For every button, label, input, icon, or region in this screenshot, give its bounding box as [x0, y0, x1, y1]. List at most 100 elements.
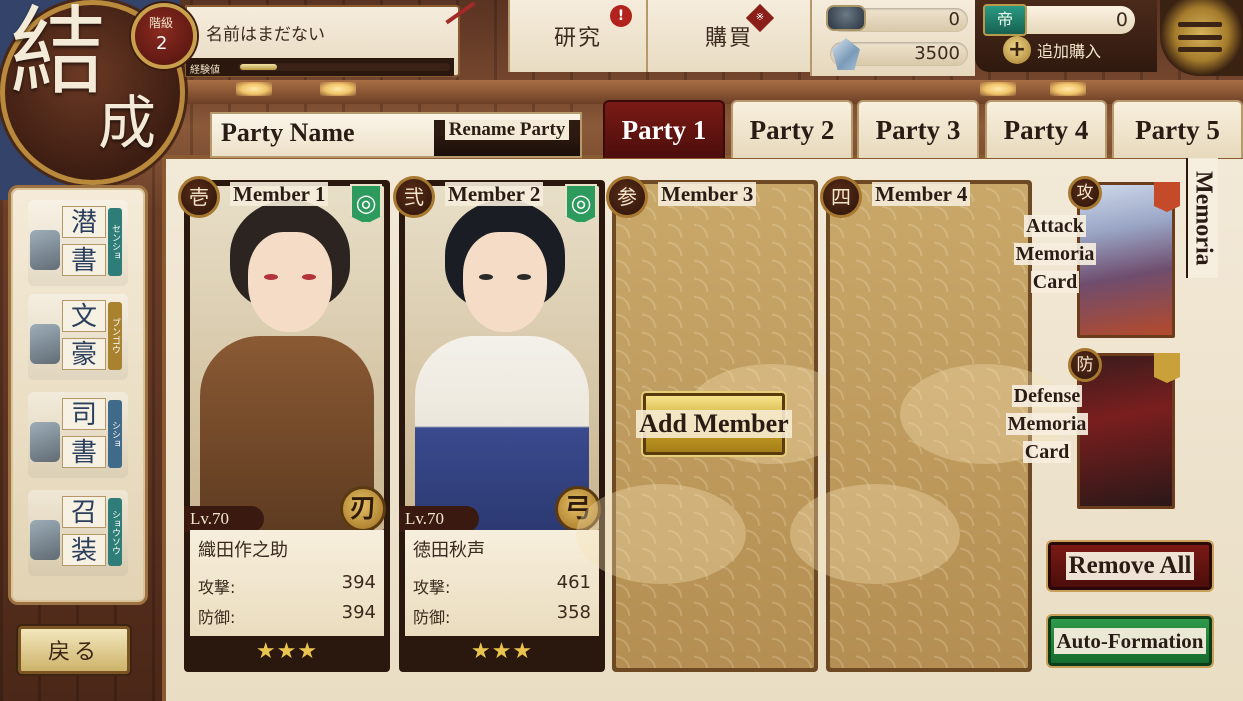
- wind-element-icon: ◎: [350, 184, 382, 224]
- defense-label: 防御:: [413, 608, 451, 627]
- slot-number-badge: 参: [606, 176, 648, 218]
- defense-label: 防御:: [198, 608, 236, 627]
- exp-bar-fill: [240, 64, 277, 70]
- wind-element-icon: ◎: [565, 184, 597, 224]
- portrait-face: [463, 232, 547, 332]
- lamp-light: [1050, 82, 1086, 96]
- party-name-label: Party Name: [221, 118, 355, 147]
- attack-memoria-badge: 攻: [1068, 176, 1102, 210]
- rename-party-label: Rename Party: [444, 120, 570, 140]
- member-info: 徳田秋声 攻撃: 461 防御: 358: [405, 530, 599, 636]
- slot-number-badge: 壱: [178, 176, 220, 218]
- remove-all-label: Remove All: [1065, 552, 1195, 580]
- clock-icon: [30, 520, 60, 560]
- list-menu-icon: [1178, 22, 1222, 52]
- slot-number-badge: 四: [820, 176, 862, 218]
- cloud-motif: [576, 484, 746, 584]
- sidebar-kana: ブンゴウ: [108, 302, 122, 370]
- sidebar-kana: ショウソウ: [108, 498, 122, 566]
- rank-label: 階級: [149, 16, 174, 30]
- sidebar-kanji: 豪: [62, 338, 106, 370]
- auto-formation-label: Auto-Formation: [1053, 628, 1207, 654]
- sidebar-kana: センショ: [108, 208, 122, 276]
- back-button[interactable]: 戻る: [18, 626, 130, 674]
- sidebar-kanji: 書: [62, 436, 106, 468]
- member-slot-label: Member 4: [872, 182, 971, 206]
- tab-party-4[interactable]: Party 4: [985, 100, 1107, 158]
- member-slot-2[interactable]: 弐 Member 2 ◎ Lv.70 弓 徳田秋声 攻撃: 461 防御: 35…: [393, 176, 605, 672]
- sidebar-item-shisho[interactable]: 司 書 シショ: [28, 392, 128, 478]
- level-tag: Lv.70: [184, 506, 264, 532]
- defense-value: 358: [556, 602, 591, 623]
- defense-memoria-caption: Defense Memoria Card: [1005, 385, 1089, 463]
- defense-memoria-badge: 防: [1068, 348, 1102, 382]
- sidebar-kanji: 文: [62, 300, 106, 332]
- attack-value: 461: [556, 572, 591, 593]
- alert-icon: !: [610, 5, 632, 27]
- tab-party-3[interactable]: Party 3: [857, 100, 979, 158]
- portrait-eye: [264, 274, 278, 280]
- member-name: 徳田秋声: [413, 540, 485, 561]
- add-member-button[interactable]: Add Member: [636, 393, 792, 455]
- auto-formation-button[interactable]: Auto-Formation: [1048, 616, 1212, 666]
- tab-party-5[interactable]: Party 5: [1112, 100, 1243, 158]
- research-label: 研究: [553, 26, 602, 51]
- plus-icon: +: [1003, 36, 1031, 64]
- exp-label: 経験値: [190, 65, 220, 76]
- buy-more-label: 追加購入: [1037, 42, 1102, 61]
- member-portrait: [190, 186, 384, 530]
- player-name: 名前はまだない: [206, 25, 325, 45]
- portrait-eye: [517, 274, 531, 280]
- tab-party-1[interactable]: Party 1: [603, 100, 725, 158]
- remove-all-button[interactable]: Remove All: [1048, 542, 1212, 590]
- book-stack-icon: [30, 230, 60, 270]
- portrait-eye: [302, 274, 316, 280]
- memoria-tab[interactable]: Memoria: [1186, 158, 1218, 278]
- member-slot-label: Member 2: [445, 182, 544, 206]
- member-slot-label: Member 1: [230, 182, 329, 206]
- rarity-stars: ★★★: [470, 639, 534, 664]
- sidebar-kanji: 書: [62, 244, 106, 276]
- rose-type-icon: [1154, 353, 1180, 383]
- sidebar-item-sensho[interactable]: 潜 書 センショ: [28, 200, 128, 286]
- purchase-button[interactable]: 購買: [646, 0, 810, 72]
- lamp-light: [236, 82, 272, 96]
- ticket-count: 0: [1115, 9, 1128, 31]
- gem-count: 3500: [914, 43, 960, 64]
- attack-value: 394: [341, 572, 376, 593]
- pen-icon: [30, 324, 60, 364]
- sidebar-kanji: 潜: [62, 206, 106, 238]
- attack-label: 攻撃:: [413, 578, 451, 597]
- ticket-icon: 帝: [983, 4, 1027, 36]
- fire-type-icon: [1154, 182, 1180, 212]
- sidebar-kana: シショ: [108, 400, 122, 468]
- portrait-eye: [479, 274, 493, 280]
- shop-badge-icon: ※: [745, 3, 775, 33]
- ink-count: 0: [948, 9, 960, 30]
- rarity-stars: ★★★: [255, 639, 319, 664]
- cloud-motif: [790, 484, 960, 584]
- defense-value: 394: [341, 602, 376, 623]
- buy-more-button[interactable]: + 追加購入: [1003, 35, 1153, 65]
- portrait-face: [248, 232, 332, 332]
- member-slot-1[interactable]: 壱 Member 1 ◎ Lv.70 刃 織田作之助 攻撃: 394 防御: 3…: [178, 176, 390, 672]
- rename-party-button[interactable]: Rename Party: [434, 120, 580, 156]
- sidebar-item-shoso[interactable]: 召 装 ショウソウ: [28, 490, 128, 576]
- screen-title-char-1: 結: [10, 0, 106, 108]
- sidebar-kanji: 召: [62, 496, 106, 528]
- lamp-light: [980, 82, 1016, 96]
- level-tag: Lv.70: [399, 506, 479, 532]
- purchase-label: 購買: [704, 26, 753, 51]
- member-slot-label: Member 3: [658, 182, 757, 206]
- slot-number-badge: 弐: [393, 176, 435, 218]
- add-member-label: Add Member: [636, 410, 792, 438]
- member-info: 織田作之助 攻撃: 394 防御: 394: [190, 530, 384, 636]
- tab-party-2[interactable]: Party 2: [731, 100, 853, 158]
- attack-memoria-caption: Attack Memoria Card: [1013, 215, 1097, 293]
- lamp-light: [320, 82, 356, 96]
- sidebar-item-bungo[interactable]: 文 豪 ブンゴウ: [28, 294, 128, 380]
- member-name: 織田作之助: [198, 540, 288, 561]
- blade-weapon-icon: 刃: [340, 486, 386, 532]
- screen-title-char-2: 成: [98, 89, 157, 157]
- globe-icon: [30, 422, 60, 462]
